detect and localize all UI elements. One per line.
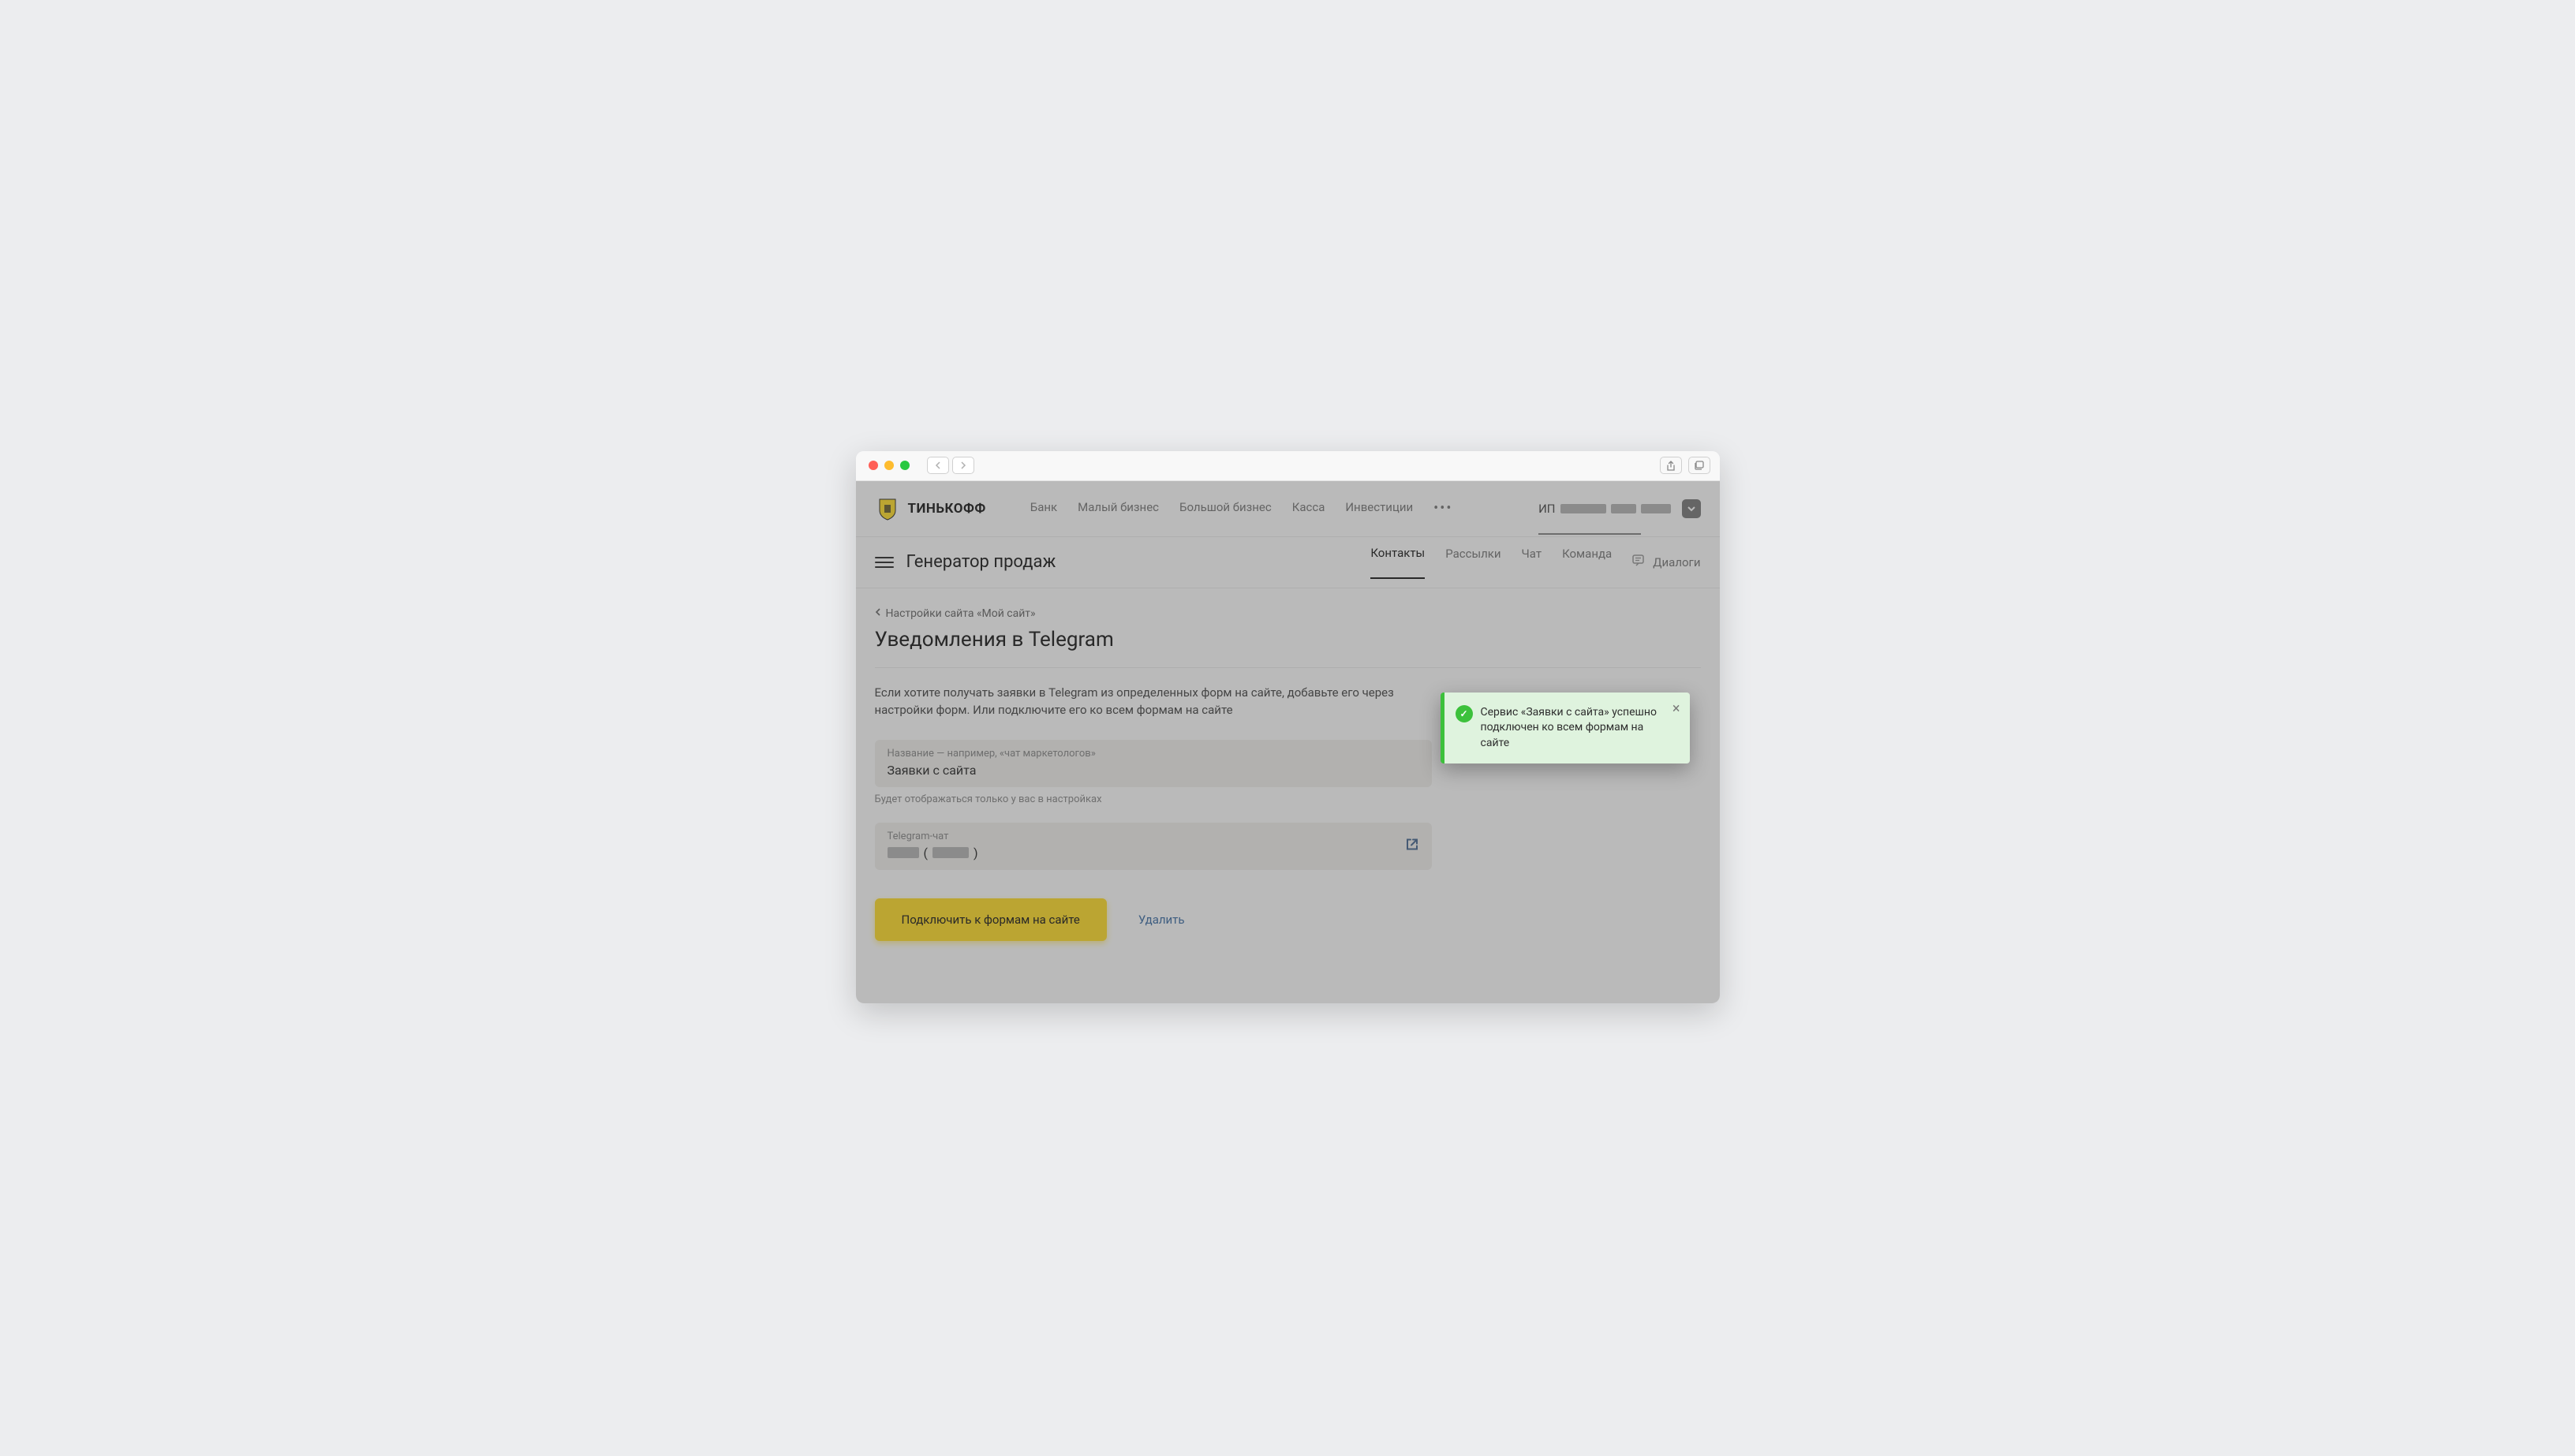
breadcrumb[interactable]: Настройки сайта «Мой сайт» <box>875 607 1701 620</box>
tab-chat[interactable]: Чат <box>1522 547 1542 578</box>
tab-mailings[interactable]: Рассылки <box>1445 547 1501 578</box>
redacted-text <box>888 847 919 858</box>
dialogs-label: Диалоги <box>1653 555 1700 569</box>
paren-open: ( <box>924 846 928 861</box>
page-title: Уведомления в Telegram <box>875 628 1701 651</box>
name-field-label: Название — например, «чат маркетологов» <box>888 748 1419 760</box>
name-field-hint: Будет отображаться только у вас в настро… <box>875 793 1701 805</box>
redacted-text <box>1611 504 1636 513</box>
tab-team[interactable]: Команда <box>1562 547 1612 578</box>
tab-contacts[interactable]: Контакты <box>1370 546 1425 579</box>
success-toast: ✓ Сервис «Заявки с сайта» успешно подклю… <box>1441 693 1690 764</box>
brand-text: ТИНЬКОФФ <box>908 501 986 517</box>
brand-logo-icon <box>875 496 900 521</box>
tabs-icon[interactable] <box>1688 457 1710 474</box>
menu-burger-icon[interactable] <box>875 553 894 572</box>
topnav-link-bank[interactable]: Банк <box>1030 500 1057 517</box>
telegram-chat-label: Telegram-чат <box>888 831 1419 842</box>
paren-close: ) <box>974 846 978 861</box>
more-menu-icon[interactable]: ••• <box>1433 500 1452 517</box>
redacted-text <box>1641 504 1671 513</box>
check-circle-icon: ✓ <box>1456 705 1473 722</box>
connect-forms-button[interactable]: Подключить к формам на сайте <box>875 898 1107 941</box>
external-link-icon[interactable] <box>1405 837 1419 855</box>
sub-nav: Генератор продаж Контакты Рассылки Чат К… <box>856 536 1720 588</box>
subnav-title: Генератор продаж <box>906 552 1056 572</box>
account-underline <box>1538 533 1640 535</box>
share-icon[interactable] <box>1660 457 1682 474</box>
dialogs-link[interactable]: Диалоги <box>1632 554 1700 570</box>
breadcrumb-text: Настройки сайта «Мой сайт» <box>886 607 1036 620</box>
redacted-text <box>932 847 969 858</box>
close-window-button[interactable] <box>869 461 878 470</box>
brand[interactable]: ТИНЬКОФФ <box>875 496 986 521</box>
topnav-link-big-biz[interactable]: Большой бизнес <box>1179 500 1272 517</box>
topnav-link-kassa[interactable]: Касса <box>1292 500 1325 517</box>
telegram-chat-field[interactable]: Telegram-чат ( ) <box>875 823 1432 870</box>
top-nav: ТИНЬКОФФ Банк Малый бизнес Большой бизне… <box>856 481 1720 536</box>
account-prefix: ИП <box>1538 502 1555 516</box>
redacted-text <box>1560 504 1606 513</box>
topnav-link-invest[interactable]: Инвестиции <box>1345 500 1413 517</box>
minimize-window-button[interactable] <box>884 461 894 470</box>
nav-back-button[interactable] <box>927 457 949 474</box>
topnav-link-small-biz[interactable]: Малый бизнес <box>1078 500 1159 517</box>
browser-window: ТИНЬКОФФ Банк Малый бизнес Большой бизне… <box>856 451 1720 1003</box>
account-area[interactable]: ИП <box>1538 499 1700 518</box>
toast-message: Сервис «Заявки с сайта» успешно подключе… <box>1481 705 1661 752</box>
chat-icon <box>1632 554 1646 570</box>
delete-button[interactable]: Удалить <box>1138 913 1185 927</box>
page-description: Если хотите получать заявки в Telegram и… <box>875 684 1443 719</box>
maximize-window-button[interactable] <box>900 461 910 470</box>
name-field[interactable]: Название — например, «чат маркетологов» … <box>875 740 1432 787</box>
nav-forward-button[interactable] <box>952 457 974 474</box>
chevron-left-icon <box>875 607 881 620</box>
account-dropdown-button[interactable] <box>1682 499 1701 518</box>
name-field-value: Заявки с сайта <box>888 763 1419 778</box>
traffic-lights <box>869 461 910 470</box>
divider <box>875 667 1701 668</box>
close-icon[interactable]: × <box>1672 702 1680 716</box>
titlebar <box>856 451 1720 481</box>
